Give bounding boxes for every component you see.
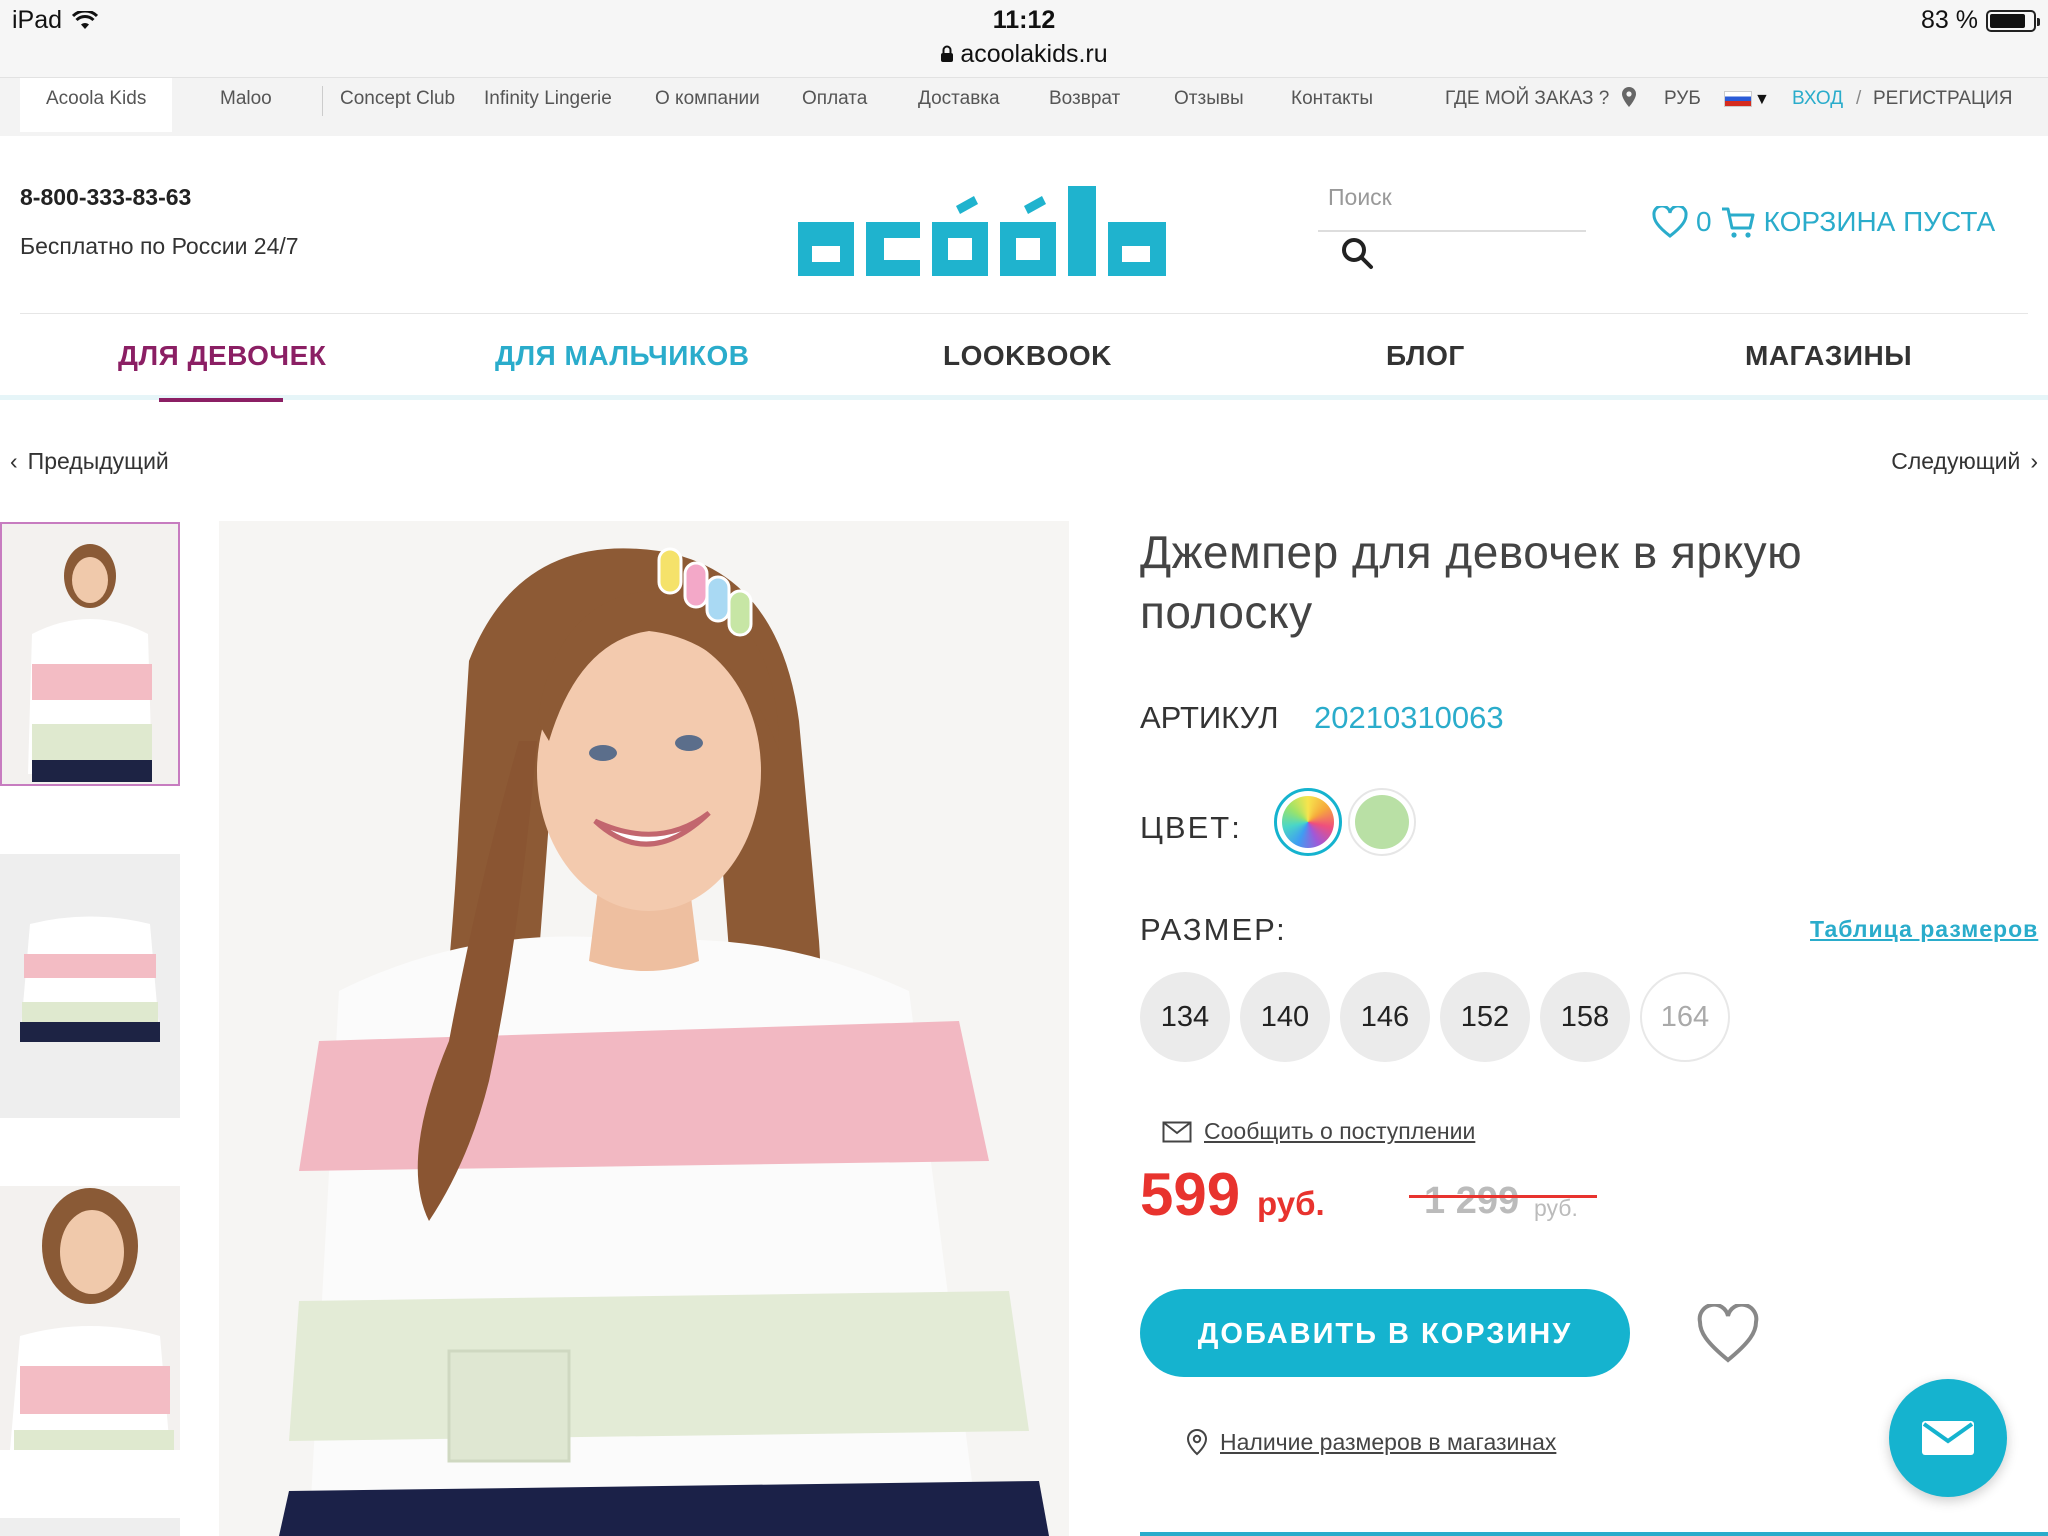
chat-button[interactable]: [1889, 1379, 2007, 1497]
old-price: 1 299: [1424, 1180, 1520, 1222]
color-swatch-rainbow[interactable]: [1274, 788, 1342, 856]
previous-product-link[interactable]: ‹ Предыдущий: [10, 448, 169, 475]
next-product-link[interactable]: Следующий ›: [1891, 448, 2038, 475]
link-contacts[interactable]: Контакты: [1291, 78, 1373, 136]
battery-icon: [1986, 9, 2040, 32]
product-main-image[interactable]: [219, 521, 1069, 1536]
swatch-fill: [1282, 796, 1334, 848]
location-pin-icon: [1186, 1428, 1208, 1456]
availability-label: Наличие размеров в магазинах: [1220, 1428, 1557, 1455]
envelope-icon: [1162, 1121, 1192, 1142]
thumbnail-image: [0, 1186, 180, 1450]
address-bar[interactable]: acoolakids.ru: [0, 40, 2048, 69]
color-swatch-green[interactable]: [1348, 788, 1416, 856]
link-reviews[interactable]: Отзывы: [1174, 78, 1244, 136]
ios-status-bar: iPad 11:12 acoolakids.ru 83 %: [0, 0, 2048, 78]
url-text: acoolakids.ru: [960, 40, 1108, 68]
order-status-link[interactable]: ГДЕ МОЙ ЗАКАЗ ?: [1445, 78, 1637, 136]
store-availability-link[interactable]: Наличие размеров в магазинах: [1186, 1428, 1556, 1456]
register-link[interactable]: РЕГИСТРАЦИЯ: [1873, 78, 2013, 136]
wishlist-count: 0: [1696, 206, 1712, 237]
login-link[interactable]: ВХОД: [1792, 78, 1843, 136]
notify-restock-link[interactable]: Сообщить о поступлении: [1162, 1118, 1475, 1145]
product-photo: [219, 521, 1069, 1536]
lock-icon: [941, 45, 954, 62]
product-title: Джемпер для девочек в яркую полоску: [1140, 526, 1803, 638]
russia-flag-icon: [1724, 90, 1752, 107]
thumbnail-1[interactable]: [0, 522, 180, 786]
currency-selector[interactable]: РУБ: [1664, 78, 1701, 136]
divider: [322, 86, 323, 116]
location-pin-icon: [1621, 87, 1636, 107]
thumbnail-image: [0, 854, 180, 1118]
size-option-158[interactable]: 158: [1540, 972, 1630, 1062]
nav-girls[interactable]: ДЛЯ ДЕВОЧЕК: [118, 340, 326, 372]
heart-icon[interactable]: [1652, 206, 1688, 238]
phone-number[interactable]: 8-800-333-83-63: [20, 184, 191, 211]
sku-label: АРТИКУЛ: [1140, 700, 1279, 735]
link-payment[interactable]: Оплата: [802, 78, 867, 136]
next-label: Следующий: [1891, 448, 2021, 474]
main-nav: ДЛЯ ДЕВОЧЕК ДЛЯ МАЛЬЧИКОВ LOOKBOOK БЛОГ …: [0, 320, 2048, 400]
battery-level: [1990, 13, 2025, 28]
clock: 11:12: [992, 6, 1056, 34]
nav-boys[interactable]: ДЛЯ МАЛЬЧИКОВ: [495, 340, 749, 372]
brand-tab-concept-club[interactable]: Concept Club: [340, 78, 455, 136]
color-label: ЦВЕТ:: [1140, 810, 1242, 845]
nav-blog[interactable]: БЛОГ: [1386, 340, 1465, 372]
search-input[interactable]: Поиск: [1318, 178, 1586, 232]
size-option-134[interactable]: 134: [1140, 972, 1230, 1062]
add-to-wishlist-heart-icon[interactable]: [1696, 1304, 1760, 1364]
header-divider: [20, 313, 2028, 314]
size-option-146[interactable]: 146: [1340, 972, 1430, 1062]
size-table-link[interactable]: Таблица размеров: [1810, 916, 2038, 943]
mail-icon: [1922, 1421, 1974, 1455]
size-label: РАЗМЕР:: [1140, 912, 1287, 947]
current-price-currency: руб.: [1257, 1185, 1325, 1222]
link-about[interactable]: О компании: [655, 78, 760, 136]
top-nav: Acoola Kids Maloo Concept Club Infinity …: [0, 78, 2048, 136]
chevron-right-icon: ›: [2030, 448, 2038, 474]
thumbnail-4[interactable]: [0, 1518, 180, 1536]
thumbnail-2[interactable]: [0, 854, 180, 1118]
brand-tab-maloo[interactable]: Maloo: [220, 78, 272, 136]
nav-lookbook[interactable]: LOOKBOOK: [943, 340, 1112, 372]
cart-icon[interactable]: [1720, 204, 1756, 240]
current-price: 599: [1140, 1161, 1241, 1228]
nav-active-indicator: [159, 398, 283, 402]
size-option-140[interactable]: 140: [1240, 972, 1330, 1062]
acoola-logo[interactable]: [796, 180, 1252, 280]
search-icon[interactable]: [1340, 236, 1374, 270]
thumbnail-3[interactable]: [0, 1186, 180, 1450]
order-status-label: ГДЕ МОЙ ЗАКАЗ ?: [1445, 88, 1610, 109]
link-returns[interactable]: Возврат: [1049, 78, 1120, 136]
swatch-fill: [1355, 795, 1409, 849]
link-delivery[interactable]: Доставка: [918, 78, 1000, 136]
brand-tab-infinity-lingerie[interactable]: Infinity Lingerie: [484, 78, 612, 136]
size-option-164-unavailable[interactable]: 164: [1640, 972, 1730, 1062]
section-divider: [1140, 1532, 2048, 1536]
language-selector[interactable]: ▼: [1724, 78, 1770, 136]
cart-status[interactable]: КОРЗИНА ПУСТА: [1764, 206, 1996, 238]
phone-note: Бесплатно по России 24/7: [20, 233, 299, 259]
thumbnail-image: [2, 524, 178, 784]
brand-tab-acoola-kids[interactable]: Acoola Kids: [20, 78, 173, 132]
notify-label: Сообщить о поступлении: [1204, 1118, 1476, 1144]
old-price-strikethrough: [1409, 1195, 1597, 1198]
add-to-cart-button[interactable]: ДОБАВИТЬ В КОРЗИНУ: [1140, 1289, 1630, 1377]
size-option-152[interactable]: 152: [1440, 972, 1530, 1062]
header-cart: 0 КОРЗИНА ПУСТА: [1652, 204, 1995, 240]
auth-separator: /: [1856, 88, 1862, 109]
caret-down-icon: ▼: [1754, 91, 1770, 108]
chevron-left-icon: ‹: [10, 448, 18, 474]
old-price-currency: руб.: [1534, 1195, 1578, 1221]
prev-label: Предыдущий: [27, 448, 169, 474]
sku-value: 20210310063: [1314, 700, 1504, 735]
battery-percent: 83 %: [1921, 6, 1978, 34]
status-right: 83 %: [1921, 6, 2040, 35]
nav-stores[interactable]: МАГАЗИНЫ: [1745, 340, 1912, 372]
currency-label: РУБ: [1664, 88, 1701, 109]
